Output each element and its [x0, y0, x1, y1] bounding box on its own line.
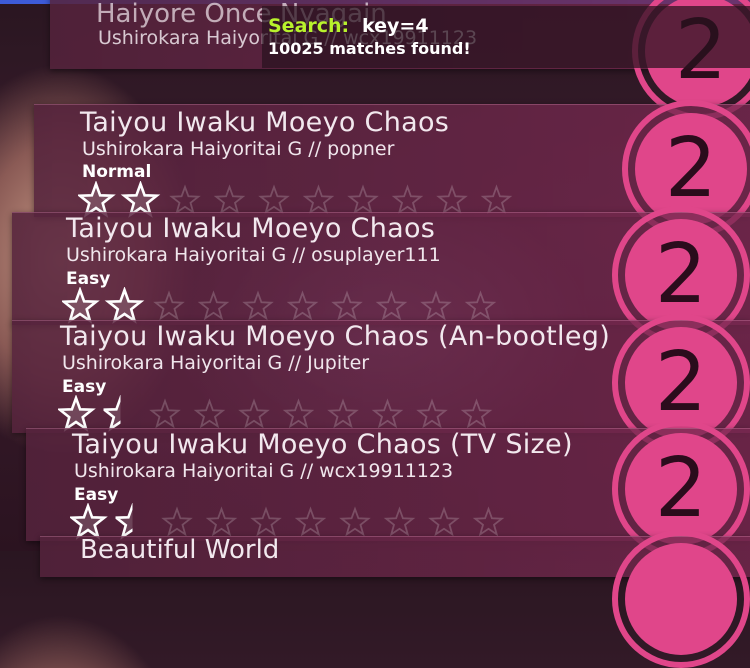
- difficulty-label: Easy: [66, 269, 111, 289]
- star-empty-icon: [375, 290, 408, 321]
- star-empty-icon: [286, 290, 319, 321]
- difficulty-label: Normal: [82, 162, 152, 182]
- song-title: Taiyou Iwaku Moeyo Chaos: [80, 107, 450, 138]
- song-artist: Ushirokara Haiyoritai G // osuplayer111: [66, 244, 441, 266]
- search-overlay: Search: key=4 10025 matches found!: [262, 6, 750, 68]
- song-title: Taiyou Iwaku Moeyo Chaos (An-bootleg): [60, 321, 611, 352]
- star-empty-icon: [282, 398, 315, 429]
- song-artist: Ushirokara Haiyoritai G // Jupiter: [62, 352, 370, 374]
- star-empty-icon: [347, 184, 379, 215]
- star-empty-icon: [339, 506, 371, 537]
- difficulty-label: Easy: [74, 485, 119, 505]
- star-empty-icon: [383, 506, 416, 537]
- star-empty-icon: [205, 506, 238, 537]
- song-title: Beautiful World: [80, 535, 280, 565]
- search-query[interactable]: key=4: [362, 15, 429, 37]
- star-empty-icon: [327, 398, 359, 429]
- star-empty-icon: [331, 290, 363, 321]
- star-empty-icon: [428, 506, 460, 537]
- star-filled-icon: [78, 181, 116, 218]
- song-title: Taiyou Iwaku Moeyo Chaos (TV Size): [72, 429, 573, 460]
- star-empty-icon: [371, 398, 404, 429]
- star-empty-icon: [460, 398, 493, 429]
- star-empty-icon: [464, 290, 497, 321]
- star-empty-icon: [250, 506, 282, 537]
- song-artist: Ushirokara Haiyoritai G // popner: [82, 138, 395, 160]
- star-empty-icon: [161, 506, 193, 537]
- star-empty-icon: [197, 290, 230, 321]
- song-title: Taiyou Iwaku Moeyo Chaos: [66, 213, 436, 244]
- star-filled-icon: [115, 503, 133, 540]
- star-empty-icon: [472, 506, 505, 537]
- star-empty-icon: [153, 290, 185, 321]
- star-empty-icon: [436, 184, 468, 215]
- star-empty-icon: [242, 290, 274, 321]
- star-empty-icon: [302, 184, 335, 215]
- star-empty-icon: [213, 184, 246, 215]
- star-empty-icon: [149, 398, 181, 429]
- star-filled-icon: [58, 395, 96, 432]
- star-filled-icon: [70, 503, 108, 540]
- star-empty-icon: [480, 184, 513, 215]
- star-empty-icon: [238, 398, 270, 429]
- star-filled-icon: [103, 395, 121, 432]
- star-empty-icon: [294, 506, 327, 537]
- star-filled-icon: [120, 181, 161, 218]
- song-artist: Ushirokara Haiyoritai G // wcx19911123: [74, 460, 454, 482]
- star-empty-icon: [169, 184, 201, 215]
- star-empty-icon: [420, 290, 452, 321]
- star-filled-icon: [62, 287, 100, 324]
- difficulty-label: Easy: [62, 377, 107, 397]
- star-empty-icon: [391, 184, 424, 215]
- star-filled-icon: [104, 287, 145, 324]
- star-empty-icon: [416, 398, 448, 429]
- star-empty-icon: [258, 184, 290, 215]
- search-label: Search:: [268, 15, 350, 37]
- search-result-count: 10025 matches found!: [268, 39, 471, 58]
- star-empty-icon: [193, 398, 226, 429]
